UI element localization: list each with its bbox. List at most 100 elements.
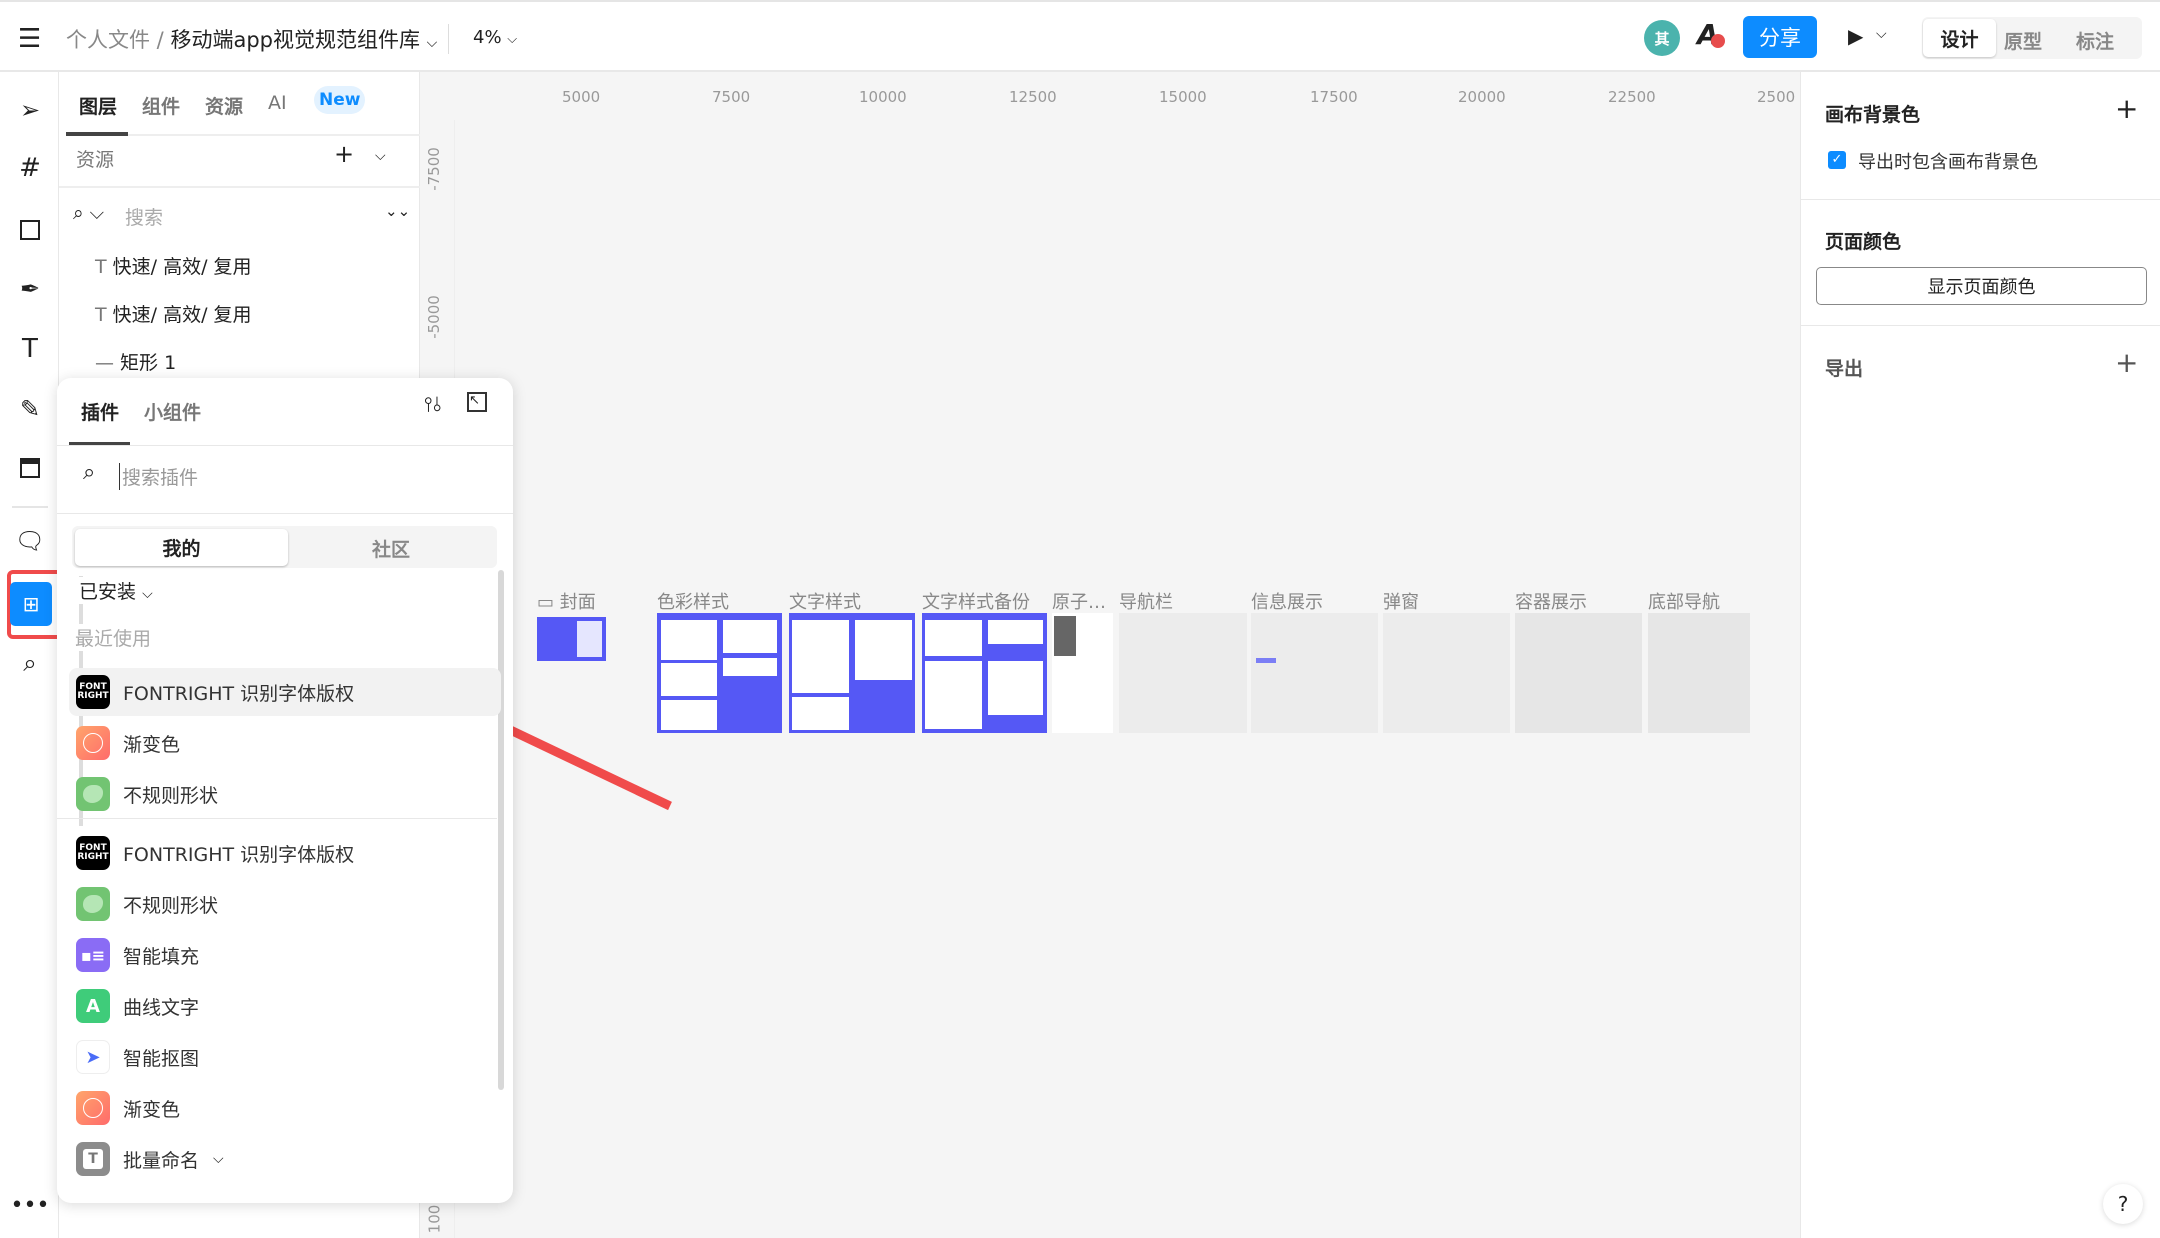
plugin-item[interactable]: 不规则形状 (69, 880, 501, 928)
plugin-label: FONTRIGHT 识别字体版权 (123, 843, 355, 866)
frame-cover[interactable] (537, 617, 606, 661)
tab-ai[interactable]: AI (268, 92, 287, 114)
tab-widgets[interactable]: 小组件 (144, 398, 201, 425)
avatar[interactable]: 其 (1644, 20, 1680, 56)
plugin-item[interactable]: 不规则形状 (69, 770, 501, 818)
segment-community[interactable]: 社区 (372, 535, 410, 562)
plugin-item[interactable]: ➤ 智能抠图 (69, 1033, 501, 1081)
plugin-label: FONTRIGHT 识别字体版权 (123, 682, 355, 705)
play-icon[interactable]: ▶ (1848, 24, 1863, 48)
chevron-down-icon: ⌵ (507, 32, 518, 47)
line-icon: — (95, 352, 114, 374)
frame-info-display[interactable] (1251, 613, 1378, 733)
installed-label: 已安装 (79, 581, 137, 603)
frame-navbar[interactable] (1119, 613, 1247, 733)
plugin-search-input[interactable]: 搜索插件 (119, 463, 198, 490)
frame-label[interactable]: 底部导航 (1648, 588, 1720, 614)
font-warning-icon[interactable]: A (1697, 18, 1725, 51)
comment-icon[interactable]: 🗨 (10, 521, 50, 561)
plugin-icon[interactable]: ⊞ (10, 582, 52, 626)
frame-label[interactable]: 容器展示 (1515, 588, 1587, 614)
frame-tool-icon[interactable]: # (10, 148, 50, 188)
plugin-item[interactable]: T 批量命名 ⌵ (69, 1135, 501, 1183)
ruler-tick: 22500 (1608, 88, 1656, 106)
mode-annotate[interactable]: 标注 (2076, 27, 2114, 54)
mode-prototype[interactable]: 原型 (2004, 27, 2042, 54)
plugin-item[interactable]: ▪≡ 智能填充 (69, 931, 501, 979)
show-page-color-button[interactable]: 显示页面颜色 (1816, 267, 2147, 305)
plugin-item[interactable]: FONT RIGHT FONTRIGHT 识别字体版权 (69, 668, 501, 716)
plugin-label: 不规则形状 (123, 894, 219, 917)
frame-label[interactable]: ▭ 封面 (537, 588, 596, 614)
share-button[interactable]: 分享 (1743, 16, 1817, 58)
frame-container[interactable] (1515, 613, 1642, 733)
tab-layers[interactable]: 图层 (79, 92, 117, 119)
plugin-label: 渐变色 (123, 1098, 181, 1121)
open-external-icon[interactable]: ↖ (467, 392, 487, 412)
ruler-tick: 2500 (1757, 88, 1796, 106)
export-bg-checkbox[interactable]: ✓ (1828, 151, 1846, 169)
frame-label[interactable]: 文字样式 (789, 588, 861, 614)
layer-item[interactable]: T 快速/ 高效/ 复用 (95, 252, 252, 279)
tab-components[interactable]: 组件 (142, 92, 180, 119)
frame-text-styles-backup[interactable] (922, 613, 1047, 733)
layer-label: 快速/ 高效/ 复用 (112, 256, 252, 278)
segment-mine[interactable]: 我的 (75, 529, 288, 566)
plugin-item[interactable]: 渐变色 (69, 719, 501, 767)
pen-tool-icon[interactable]: ✒ (10, 269, 50, 309)
frame-bottom-nav[interactable] (1648, 613, 1750, 733)
rectangle-tool-icon[interactable] (10, 210, 50, 250)
frame-label[interactable]: 色彩样式 (657, 588, 729, 614)
plugin-label: 不规则形状 (123, 784, 219, 807)
frame-label[interactable]: 原子… (1052, 588, 1106, 614)
layer-search-input[interactable]: 搜索 (125, 203, 163, 230)
layer-item[interactable]: T 快速/ 高效/ 复用 (95, 300, 252, 327)
chevron-down-icon[interactable]: ⌵ (213, 1151, 224, 1167)
plugin-item[interactable]: 渐变色 (69, 1084, 501, 1132)
add-icon[interactable]: + (2115, 92, 2138, 125)
slice-tool-icon[interactable] (10, 448, 50, 488)
tab-plugins[interactable]: 插件 (81, 398, 119, 425)
layer-item[interactable]: — 矩形 1 (95, 348, 176, 375)
more-icon[interactable]: ••• (10, 1185, 50, 1225)
frame-popup[interactable] (1383, 613, 1510, 733)
breadcrumb: 个人文件 / 移动端app视觉规范组件库 ⌵ (66, 24, 437, 54)
help-button[interactable]: ? (2103, 1184, 2143, 1224)
curve-text-icon: A (76, 989, 110, 1023)
collapse-all-icon[interactable]: ⌄⌄ (385, 202, 410, 220)
settings-sliders-icon[interactable]: ⫯⫰ (424, 392, 441, 416)
mode-design[interactable]: 设计 (1923, 19, 1996, 57)
frame-label[interactable]: 文字样式备份 (922, 588, 1030, 614)
chevron-down-icon[interactable]: ⌵ (427, 35, 438, 51)
chevron-down-icon: ⌵ (142, 586, 153, 602)
tab-assets[interactable]: 资源 (205, 92, 243, 119)
plugin-item[interactable]: A 曲线文字 (69, 982, 501, 1030)
search-icon[interactable]: ⌕ ⌵ (73, 202, 104, 224)
layer-label: 矩形 1 (120, 352, 177, 374)
chevron-down-icon[interactable]: ⌵ (375, 148, 386, 164)
frame-label[interactable]: 导航栏 (1119, 588, 1173, 614)
frame-text-styles[interactable] (789, 613, 915, 733)
frame-atoms[interactable] (1052, 613, 1113, 733)
frame-label[interactable]: 信息展示 (1251, 588, 1323, 614)
installed-filter[interactable]: 已安装 ⌵ (79, 577, 153, 604)
pencil-tool-icon[interactable]: ✎ (10, 389, 50, 429)
add-icon[interactable]: + (334, 140, 354, 168)
move-tool-icon[interactable]: ➢ (10, 90, 50, 130)
text-tool-icon[interactable]: T (10, 329, 50, 369)
breadcrumb-parent[interactable]: 个人文件 / (66, 28, 164, 52)
frame-label[interactable]: 弹窗 (1383, 588, 1419, 614)
plugin-item[interactable]: FONT RIGHT FONTRIGHT 识别字体版权 (69, 829, 501, 877)
new-badge: New (314, 86, 366, 114)
batch-rename-icon: T (76, 1142, 110, 1176)
plugin-label: 曲线文字 (123, 996, 200, 1019)
menu-icon[interactable]: ☰ (18, 24, 41, 54)
add-icon[interactable]: + (2115, 346, 2138, 379)
gradient-icon (76, 1091, 110, 1125)
zoom-select[interactable]: 4% ⌵ (473, 27, 517, 48)
page-color-title: 页面颜色 (1825, 231, 1902, 253)
ruler-tick: 17500 (1310, 88, 1358, 106)
file-name[interactable]: 移动端app视觉规范组件库 (170, 28, 420, 52)
chevron-down-icon[interactable]: ⌵ (1876, 26, 1887, 42)
search-icon[interactable]: ⌕ (10, 643, 50, 683)
